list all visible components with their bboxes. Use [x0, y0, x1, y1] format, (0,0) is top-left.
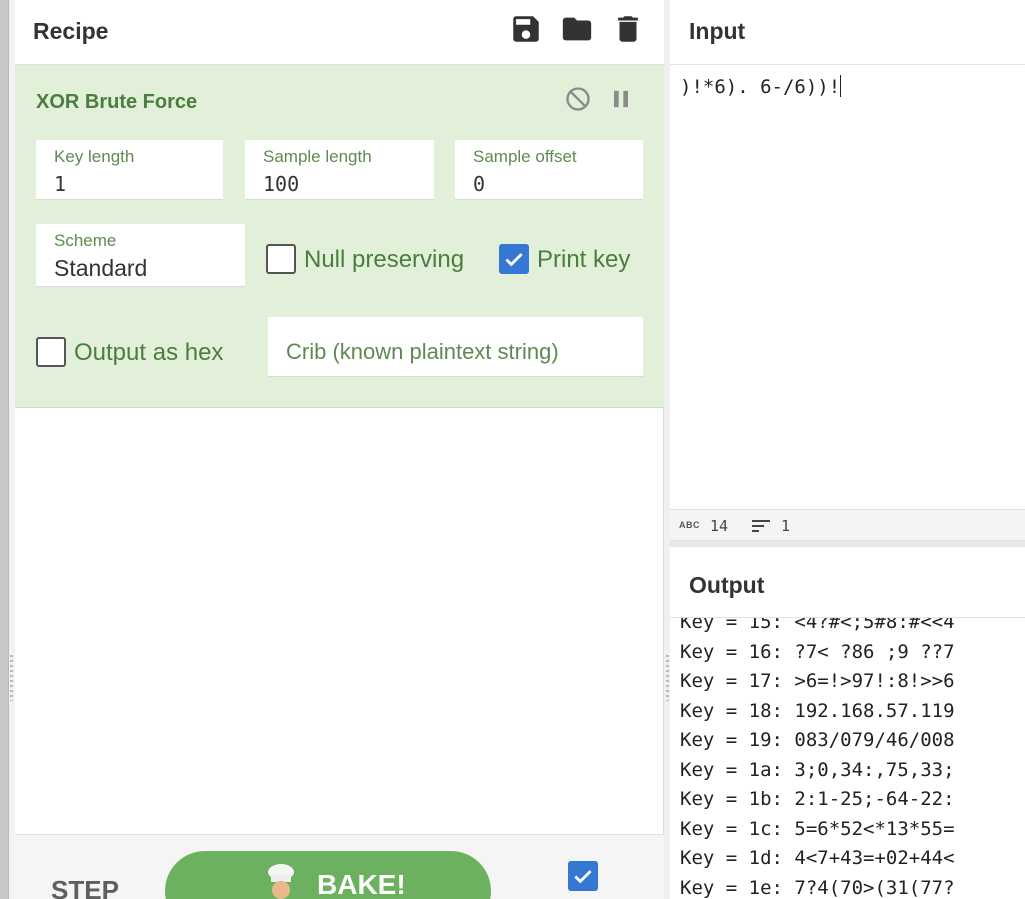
step-button[interactable]: STEP: [51, 875, 119, 899]
save-icon[interactable]: [509, 12, 543, 46]
output-panel: Key = 15: <4?#<;5#8:#<<4 Key = 16: ?7< ?…: [670, 547, 1025, 899]
key-length-value[interactable]: 1: [54, 172, 66, 196]
scheme-select[interactable]: Scheme Standard: [36, 224, 245, 287]
input-panel: Input )!*6). 6-/6))!: [670, 0, 1025, 540]
sample-offset-value[interactable]: 0: [473, 172, 485, 196]
input-lines: 1: [781, 517, 791, 535]
sample-offset-label: Sample offset: [473, 147, 577, 166]
left-edge-strip: [0, 0, 9, 899]
output-text[interactable]: Key = 15: <4?#<;5#8:#<<4 Key = 16: ?7< ?…: [680, 608, 955, 899]
crib-input[interactable]: Crib (known plaintext string): [268, 317, 643, 377]
recipe-title: Recipe: [33, 18, 109, 44]
recipe-splitter-handle[interactable]: [10, 655, 13, 701]
lines-icon: [752, 520, 770, 532]
io-splitter-handle[interactable]: [666, 655, 669, 701]
output-line: Key = 1d: 4<7+43=+02+44<: [680, 847, 955, 869]
sample-offset-field[interactable]: Sample offset 0: [455, 140, 643, 200]
scheme-label: Scheme: [54, 231, 117, 250]
recipe-panel: Recipe XOR Brute Force Key length 1 Samp…: [15, 0, 664, 899]
scheme-value[interactable]: Standard: [54, 255, 147, 282]
xor-brute-force-operation: XOR Brute Force Key length 1 Sample leng…: [15, 65, 664, 408]
text-caret: [840, 75, 842, 97]
abc-icon: ABC: [679, 520, 700, 530]
input-textarea[interactable]: )!*6). 6-/6))!: [680, 75, 842, 98]
output-line: Key = 17: >6=!>97!:8!>>6: [680, 670, 955, 692]
key-length-field[interactable]: Key length 1: [36, 140, 223, 200]
output-line: Key = 1a: 3;0,34:,75,33;: [680, 758, 955, 781]
sample-length-value[interactable]: 100: [263, 172, 299, 196]
bake-label: BAKE!: [317, 869, 406, 899]
output-line: Key = 16: ?7< ?86 ;9 ??7: [680, 640, 955, 663]
input-text: )!*6). 6-/6))!: [680, 76, 841, 98]
output-as-hex-label: Output as hex: [74, 339, 224, 366]
chef-icon: [261, 863, 301, 899]
output-line: Key = 1b: 2:1-25;-64-22:: [680, 788, 955, 810]
key-length-label: Key length: [54, 147, 135, 166]
output-as-hex-checkbox[interactable]: [36, 337, 66, 367]
sample-length-field[interactable]: Sample length 100: [245, 140, 434, 200]
output-header: Output: [670, 547, 1025, 618]
output-line: Key = 1c: 5=6*52<*13*55=: [680, 817, 955, 840]
folder-open-icon[interactable]: [560, 12, 594, 46]
auto-bake-checkbox[interactable]: [568, 861, 598, 891]
input-header: Input: [670, 0, 1025, 65]
recipe-footer: STEP BAKE!: [15, 834, 664, 899]
input-status-bar: ABC 14 1: [670, 509, 1025, 541]
input-length: 14: [710, 517, 729, 535]
null-preserving-checkbox[interactable]: [266, 244, 296, 274]
disable-icon[interactable]: [564, 85, 592, 113]
operation-title: XOR Brute Force: [36, 91, 198, 113]
print-key-checkbox[interactable]: [499, 244, 529, 274]
recipe-header: Recipe: [15, 0, 664, 65]
output-line: Key = 1e: 7?4(70>(31(77?: [680, 876, 955, 899]
input-title: Input: [689, 18, 746, 44]
sample-length-label: Sample length: [263, 147, 372, 166]
crib-placeholder: Crib (known plaintext string): [286, 339, 559, 364]
print-key-label: Print key: [537, 246, 631, 273]
output-line: Key = 19: 083/079/46/008: [680, 729, 955, 751]
output-title: Output: [689, 572, 765, 598]
trash-icon[interactable]: [611, 12, 645, 46]
bake-button[interactable]: BAKE!: [165, 851, 491, 899]
output-line: Key = 18: 192.168.57.119: [680, 699, 955, 722]
null-preserving-label: Null preserving: [304, 246, 465, 273]
pause-icon[interactable]: [607, 85, 635, 113]
